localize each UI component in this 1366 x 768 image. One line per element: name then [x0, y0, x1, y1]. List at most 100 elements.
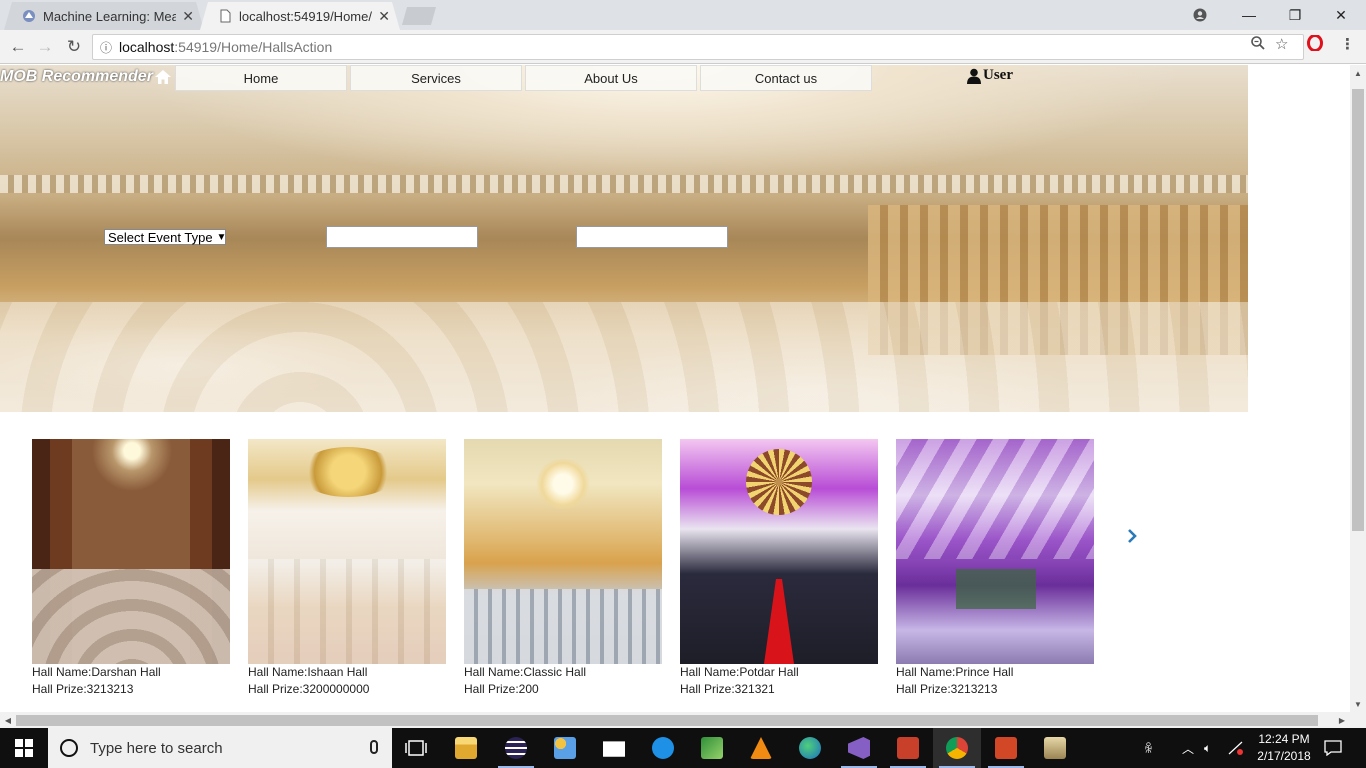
powerpoint-icon[interactable]	[982, 728, 1030, 768]
hall-card[interactable]: Hall Name:Potdar Hall Hall Prize:321321	[680, 439, 878, 698]
nav-home-label: Home	[243, 70, 279, 86]
from-date-input[interactable]	[326, 226, 478, 248]
nav-about-label: About Us	[584, 70, 638, 86]
chevron-right-icon	[1128, 529, 1137, 543]
hall-name: Hall Name:Ishaan Hall	[248, 665, 368, 679]
scrollbar-corner	[1350, 712, 1366, 728]
scroll-up-icon[interactable]: ▲	[1350, 65, 1366, 81]
back-button[interactable]: ←	[6, 35, 30, 59]
hall-photo[interactable]	[32, 439, 230, 664]
page-favicon-icon	[22, 9, 36, 23]
brand-text: MOB Recommender	[0, 68, 153, 85]
taskbar-search-box[interactable]: Type here to search	[48, 728, 392, 768]
browser-toolbar: ← → ↻ ⓘ localhost:54919/Home/HallsAction…	[0, 30, 1366, 64]
vertical-scroll-thumb[interactable]	[1352, 89, 1364, 531]
carousel-next-button[interactable]	[1124, 527, 1140, 545]
paint-icon[interactable]	[541, 728, 589, 768]
address-bar[interactable]: ⓘ localhost:54919/Home/HallsAction	[92, 34, 1304, 60]
nav-services[interactable]: Services	[350, 65, 522, 91]
microphone-icon[interactable]	[370, 740, 378, 754]
hall-card[interactable]: Hall Name:Darshan Hall Hall Prize:321321…	[32, 439, 230, 698]
excel-project-icon[interactable]	[688, 728, 736, 768]
event-type-value: Select Event Type	[108, 229, 213, 245]
sync-icon[interactable]	[639, 728, 687, 768]
windows-taskbar: Type here to search ꆜ ︿ 🔈︎ 12:24 PM 2/17…	[0, 728, 1366, 768]
hall-card[interactable]: Hall Name:Prince Hall Hall Prize:3213213	[896, 439, 1094, 698]
hall-photo[interactable]	[680, 439, 878, 664]
close-window-button[interactable]: ✕	[1318, 0, 1364, 30]
horizontal-scroll-thumb[interactable]	[16, 715, 1318, 726]
mail-icon[interactable]	[590, 728, 638, 768]
nav-services-label: Services	[411, 70, 461, 86]
event-type-select[interactable]: Select Event Type ▼	[104, 229, 226, 245]
hall-photo[interactable]	[248, 439, 446, 664]
tab-machine-learning[interactable]: Machine Learning: Meas ✕	[4, 2, 204, 30]
network-icon[interactable]	[786, 728, 834, 768]
nav-contact-us[interactable]: Contact us	[700, 65, 872, 91]
hall-name: Hall Name:Potdar Hall	[680, 665, 799, 679]
hall-card[interactable]: Hall Name:Classic Hall Hall Prize:200	[464, 439, 662, 698]
scroll-left-icon[interactable]: ◀	[0, 712, 16, 728]
close-tab-icon[interactable]: ✕	[182, 8, 194, 25]
url-path: :54919/Home/HallsAction	[174, 39, 333, 55]
hall-photo[interactable]	[464, 439, 662, 664]
user-icon	[967, 68, 981, 84]
hall-photo[interactable]	[896, 439, 1094, 664]
nav-home[interactable]: Home	[175, 65, 347, 91]
clock-date: 2/17/2018	[1257, 749, 1311, 763]
nav-about-us[interactable]: About Us	[525, 65, 697, 91]
notifications-icon[interactable]	[1324, 728, 1342, 768]
forward-button[interactable]: →	[33, 35, 57, 59]
document-icon	[218, 9, 232, 23]
cortana-icon	[60, 739, 78, 757]
zoom-icon[interactable]	[1250, 35, 1266, 55]
powerpoint-p-icon[interactable]	[884, 728, 932, 768]
misc-app-icon[interactable]	[1031, 728, 1079, 768]
system-clock[interactable]: 12:24 PM 2/17/2018	[1252, 731, 1316, 765]
menu-kebab-icon[interactable]: ⋮	[1340, 35, 1355, 53]
hall-card[interactable]: Hall Name:Ishaan Hall Hall Prize:3200000…	[248, 439, 446, 698]
new-tab-button[interactable]	[402, 7, 436, 25]
windows-logo-icon	[15, 739, 33, 757]
hall-name: Hall Name:Classic Hall	[464, 665, 587, 679]
task-view-icon[interactable]	[392, 728, 440, 768]
scroll-down-icon[interactable]: ▼	[1350, 696, 1366, 712]
file-explorer-icon[interactable]	[442, 728, 490, 768]
minimize-button[interactable]: —	[1226, 0, 1272, 30]
horizontal-scrollbar[interactable]: ◀ ▶	[0, 712, 1350, 728]
to-date-input[interactable]	[576, 226, 728, 248]
site-brand[interactable]: MOB Recommender	[0, 68, 172, 86]
scroll-right-icon[interactable]: ▶	[1334, 712, 1350, 728]
hall-prize: Hall Prize:3200000000	[248, 682, 370, 696]
nav-contact-label: Contact us	[754, 70, 818, 86]
user-menu[interactable]: User	[966, 67, 1013, 84]
vlc-icon[interactable]	[737, 728, 785, 768]
taskbar-search-placeholder: Type here to search	[90, 739, 223, 757]
hall-prize: Hall Prize:321321	[680, 682, 775, 696]
network-status-icon[interactable]	[1228, 728, 1244, 768]
clock-time: 12:24 PM	[1258, 732, 1310, 746]
bookmark-star-icon[interactable]: ☆	[1275, 35, 1288, 53]
opera-extension-icon[interactable]	[1307, 34, 1323, 55]
eclipse-icon[interactable]	[492, 728, 540, 768]
url-host: localhost	[119, 39, 175, 55]
restore-button[interactable]: ❐	[1272, 0, 1318, 30]
start-button[interactable]	[0, 728, 48, 768]
banner-balcony	[0, 175, 1248, 193]
visual-studio-icon[interactable]	[835, 728, 883, 768]
vertical-scrollbar[interactable]: ▲ ▼	[1350, 65, 1366, 712]
people-icon[interactable]: ꆜ	[1144, 728, 1153, 768]
hall-prize: Hall Prize:3213213	[32, 682, 134, 696]
page-viewport: MOB Recommender Home Services About Us C…	[0, 65, 1350, 712]
browser-tabstrip: Machine Learning: Meas ✕ localhost:54919…	[0, 0, 1366, 30]
tab-localhost[interactable]: localhost:54919/Home/H ✕	[200, 2, 400, 30]
info-icon[interactable]: ⓘ	[93, 39, 119, 56]
chrome-icon[interactable]	[933, 728, 981, 768]
hall-name: Hall Name:Darshan Hall	[32, 665, 161, 679]
show-hidden-icons[interactable]: ︿	[1182, 728, 1194, 768]
profile-icon[interactable]	[1177, 0, 1223, 30]
volume-icon[interactable]: 🔈︎	[1204, 728, 1211, 768]
reload-button[interactable]: ↻	[62, 35, 86, 59]
close-tab-icon[interactable]: ✕	[378, 8, 390, 25]
hall-prize: Hall Prize:200	[464, 682, 539, 696]
